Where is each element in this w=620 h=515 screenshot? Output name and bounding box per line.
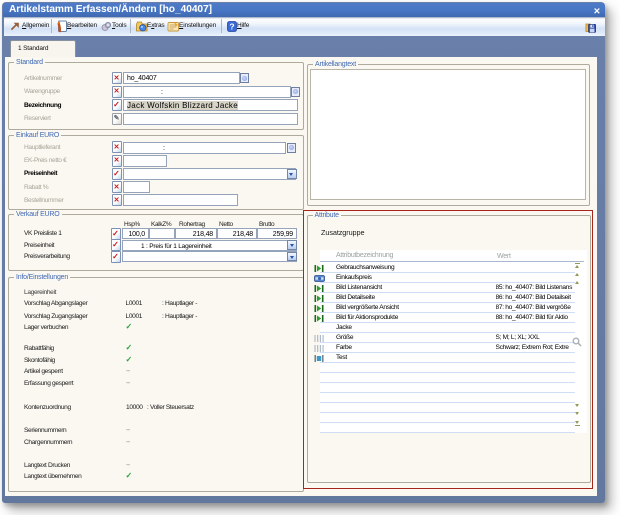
svg-text:?: ? bbox=[229, 21, 234, 31]
